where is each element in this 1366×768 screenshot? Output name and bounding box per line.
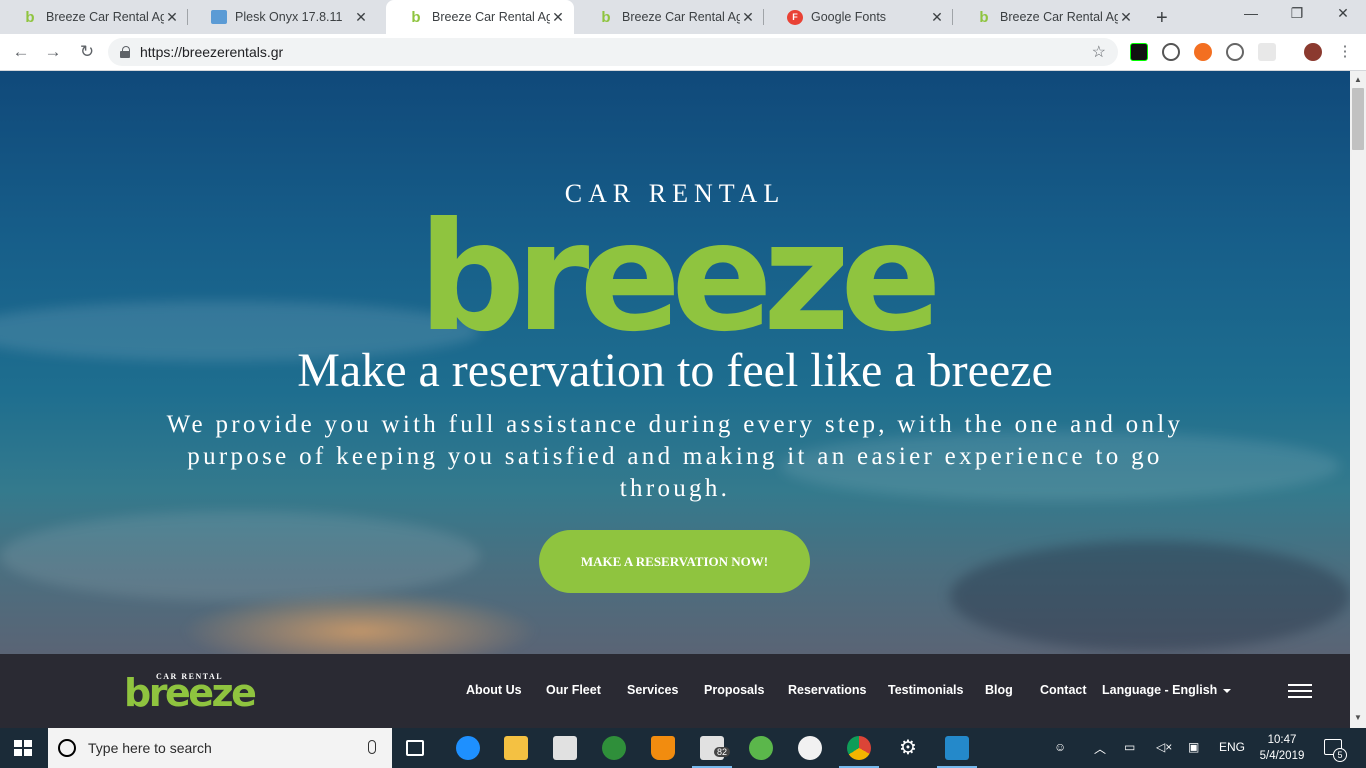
battery-icon[interactable]: ▭ xyxy=(1124,740,1135,754)
hero-subline: We provide you with full assistance duri… xyxy=(166,411,1184,502)
input-language[interactable]: ENG xyxy=(1219,740,1245,754)
utorrent-icon[interactable] xyxy=(749,736,773,760)
close-icon[interactable]: ✕ xyxy=(740,9,756,26)
url-text[interactable]: https://breezerentals.gr xyxy=(140,44,283,60)
close-icon[interactable]: ✕ xyxy=(353,9,369,26)
vscode-icon[interactable] xyxy=(937,736,977,768)
tab-title: Breeze Car Rental Agen xyxy=(46,10,164,24)
scroll-thumb[interactable] xyxy=(1352,88,1364,150)
tab-title: Breeze Car Rental Agen xyxy=(622,10,740,24)
tab-title: Breeze Car Rental Agen xyxy=(1000,10,1118,24)
network-icon[interactable]: ▣ xyxy=(1188,740,1199,754)
microphone-icon[interactable] xyxy=(368,740,376,754)
lock-icon xyxy=(120,46,130,58)
hero-headline: Make a reservation to feel like a breeze xyxy=(297,344,1053,397)
plesk-icon xyxy=(211,10,227,24)
hero-section: CAR RENTAL breeze Make a reservation to … xyxy=(0,71,1350,671)
internet-download-icon[interactable] xyxy=(602,736,626,760)
nav-link-testimonials[interactable]: Testimonials xyxy=(888,683,963,697)
breeze-b-icon: b xyxy=(979,8,989,26)
close-icon[interactable]: ✕ xyxy=(1118,9,1134,26)
browser-toolbar: ← → ↻ https://breezerentals.gr ☆ 5 ⋮ xyxy=(0,34,1366,97)
windows-taskbar: Type here to search 82 ⚙ ☺ ︿ ▭ ◁× ▣ ENG … xyxy=(0,728,1366,768)
cortana-icon xyxy=(58,739,76,757)
close-window-icon[interactable]: ✕ xyxy=(1320,5,1366,22)
chrome-icon[interactable] xyxy=(839,736,879,768)
browser-tab-strip: b Breeze Car Rental Agen ✕ Plesk Onyx 17… xyxy=(0,0,1366,34)
tab-title: Plesk Onyx 17.8.11 xyxy=(235,10,343,24)
nav-link-our-fleet[interactable]: Our Fleet xyxy=(546,683,601,697)
hamburger-menu-icon[interactable] xyxy=(1288,684,1312,698)
restore-icon[interactable]: ❐ xyxy=(1274,5,1320,22)
make-reservation-button[interactable]: MAKE A RESERVATION NOW! xyxy=(539,530,810,593)
scroll-up-icon[interactable]: ▲ xyxy=(1350,75,1366,84)
minimize-icon[interactable]: — xyxy=(1228,5,1274,21)
tab-breeze-1[interactable]: b Breeze Car Rental Agen ✕ xyxy=(0,0,188,34)
close-icon[interactable]: ✕ xyxy=(164,9,180,26)
tab-plesk[interactable]: Plesk Onyx 17.8.11 ✕ xyxy=(189,0,377,34)
file-explorer-icon[interactable] xyxy=(504,736,528,760)
tab-breeze-active[interactable]: b Breeze Car Rental Agen ✕ xyxy=(386,0,574,34)
extension-orange-icon[interactable] xyxy=(1194,43,1212,61)
tab-breeze-4[interactable]: b Breeze Car Rental Agen ✕ xyxy=(954,0,1142,34)
reload-icon[interactable]: ↻ xyxy=(76,42,98,62)
nav-link-reservations[interactable]: Reservations xyxy=(788,683,867,697)
extension-circle-icon[interactable] xyxy=(1162,43,1180,61)
nav-logo[interactable]: breeze xyxy=(124,674,257,712)
nav-link-services[interactable]: Services xyxy=(627,683,678,697)
mail-badge: 82 xyxy=(714,747,731,757)
clock-date: 5/4/2019 xyxy=(1259,750,1305,762)
google-fonts-icon: F xyxy=(787,9,803,25)
close-icon[interactable]: ✕ xyxy=(929,9,945,26)
nav-link-proposals[interactable]: Proposals xyxy=(704,683,764,697)
page-scrollbar[interactable]: ▲ ▼ xyxy=(1350,71,1366,728)
chevron-up-icon[interactable]: ︿ xyxy=(1094,740,1106,757)
tab-breeze-3[interactable]: b Breeze Car Rental Agen ✕ xyxy=(576,0,764,34)
clock-time: 10:47 xyxy=(1267,734,1297,746)
nav-link-about-us[interactable]: About Us xyxy=(466,683,522,697)
nav-link-contact[interactable]: Contact xyxy=(1040,683,1087,697)
tab-google-fonts[interactable]: F Google Fonts ✕ xyxy=(765,0,953,34)
language-label: Language - English xyxy=(1102,683,1218,697)
new-tab-button[interactable]: + xyxy=(1156,7,1168,30)
tab-title: Google Fonts xyxy=(811,10,887,24)
extension-grey-icon[interactable] xyxy=(1258,43,1276,61)
menu-dots-icon[interactable]: ⋮ xyxy=(1334,42,1356,60)
breeze-b-icon: b xyxy=(25,8,35,26)
taskbar-search-box[interactable]: Type here to search xyxy=(48,728,392,768)
notification-count: 5 xyxy=(1333,748,1347,762)
breeze-b-icon: b xyxy=(601,8,611,26)
language-selector[interactable]: Language - English xyxy=(1102,683,1232,697)
scroll-down-icon[interactable]: ▼ xyxy=(1350,713,1366,722)
profile-avatar[interactable] xyxy=(1304,43,1322,61)
taskbar-search-placeholder: Type here to search xyxy=(88,740,212,756)
site-navigation: CAR RENTAL breeze About Us Our Fleet Ser… xyxy=(0,654,1350,728)
close-icon[interactable]: ✕ xyxy=(550,9,566,26)
windows-start-icon[interactable] xyxy=(14,740,32,756)
hero-brand-logo: breeze xyxy=(418,191,942,365)
forward-arrow-icon[interactable]: → xyxy=(42,42,64,62)
vlc-icon[interactable] xyxy=(651,736,675,760)
nav-link-blog[interactable]: Blog xyxy=(985,683,1013,697)
volume-muted-icon[interactable]: ◁× xyxy=(1156,740,1172,754)
extension-fingerprint-icon[interactable] xyxy=(1226,43,1244,61)
extension-xpath-icon[interactable] xyxy=(1130,43,1148,61)
breeze-b-icon: b xyxy=(411,8,421,26)
back-arrow-icon[interactable]: ← xyxy=(10,42,32,62)
tab-title: Breeze Car Rental Agen xyxy=(432,10,550,24)
bookmark-star-icon[interactable]: ☆ xyxy=(1092,42,1106,62)
caret-down-icon xyxy=(1223,688,1232,693)
edge-icon[interactable] xyxy=(456,736,480,760)
address-bar[interactable]: https://breezerentals.gr ☆ xyxy=(108,38,1118,66)
page-viewport: CAR RENTAL breeze Make a reservation to … xyxy=(0,71,1350,728)
itunes-icon[interactable] xyxy=(798,736,822,760)
task-view-icon[interactable] xyxy=(406,740,424,756)
settings-gear-icon[interactable]: ⚙ xyxy=(896,736,920,760)
store-icon[interactable] xyxy=(553,736,577,760)
people-icon[interactable]: ☺ xyxy=(1054,740,1066,754)
taskbar-clock[interactable]: 10:47 5/4/2019 xyxy=(1252,732,1312,764)
